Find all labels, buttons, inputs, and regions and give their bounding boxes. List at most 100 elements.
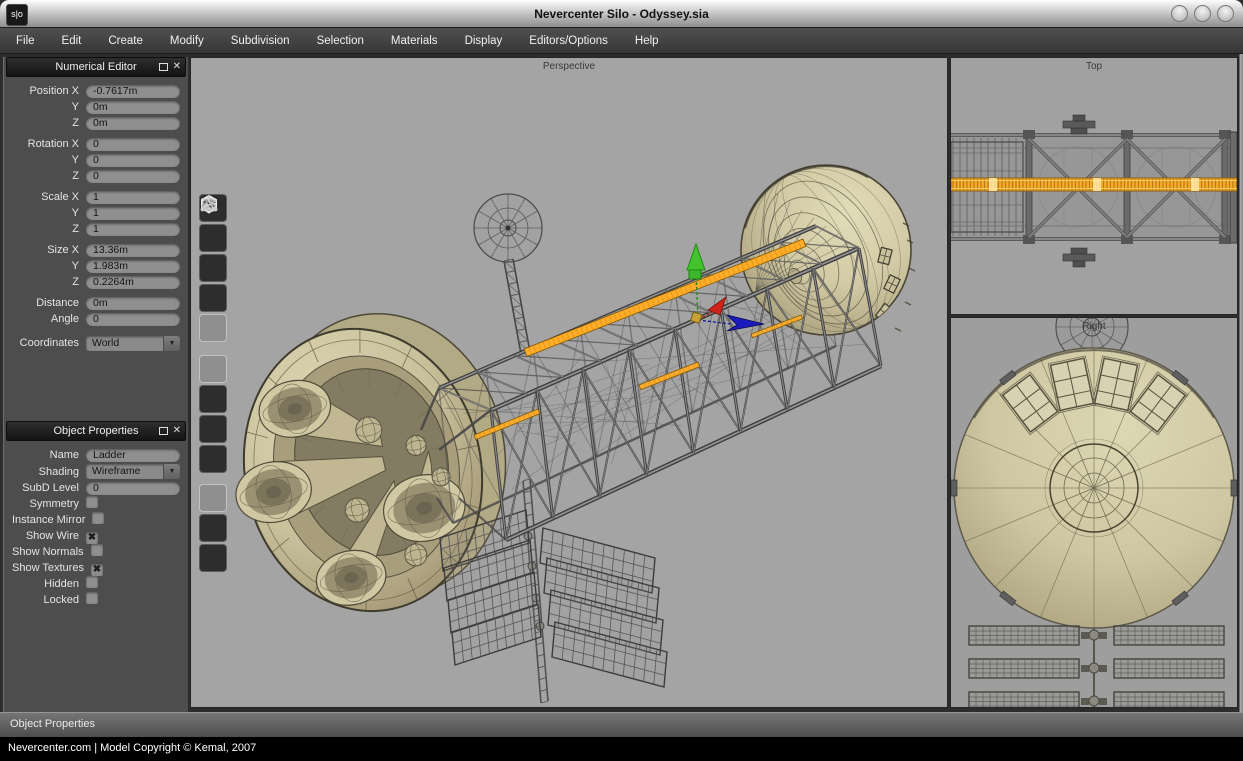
- side-panel-column: Numerical Editor ✕ Position X Y Z Rotati…: [3, 57, 188, 712]
- menu-selection[interactable]: Selection: [317, 35, 364, 47]
- rotation-x-label: Rotation X: [12, 138, 86, 150]
- coordinates-value: World: [86, 336, 163, 351]
- position-y-field[interactable]: [86, 101, 180, 114]
- instance-mirror-checkbox[interactable]: [92, 512, 104, 524]
- numerical-editor-header[interactable]: Numerical Editor ✕: [6, 57, 186, 77]
- rotate-tool-button[interactable]: [199, 385, 227, 413]
- name-field[interactable]: [86, 449, 180, 462]
- menu-subdivision[interactable]: Subdivision: [231, 35, 290, 47]
- status-bar: Object Properties: [0, 712, 1243, 737]
- panel-restore-icon[interactable]: [159, 427, 168, 435]
- position-z-label: Z: [12, 117, 86, 129]
- perspective-viewport-label: Perspective: [191, 61, 947, 72]
- menu-materials[interactable]: Materials: [391, 35, 438, 47]
- copyright-bar: Nevercenter.com | Model Copyright © Kema…: [0, 737, 1243, 761]
- object-mode-button[interactable]: [199, 314, 227, 342]
- rotation-z-field[interactable]: [86, 170, 180, 183]
- menu-editors-options[interactable]: Editors/Options: [529, 35, 608, 47]
- menu-file[interactable]: File: [16, 35, 35, 47]
- right-viewport-label: Right: [951, 321, 1237, 332]
- rotation-x-field[interactable]: [86, 138, 180, 151]
- object-properties-panel: Object Properties ✕ Name Shading Wirefra…: [6, 421, 186, 612]
- window-maximize-button[interactable]: [1194, 5, 1211, 22]
- angle-label: Angle: [12, 313, 86, 325]
- rotation-y-field[interactable]: [86, 154, 180, 167]
- distance-field[interactable]: [86, 297, 180, 310]
- object-properties-header[interactable]: Object Properties ✕: [6, 421, 186, 441]
- symmetry-checkbox[interactable]: [86, 496, 98, 508]
- size-x-label: Size X: [12, 244, 86, 256]
- copyright-text: Nevercenter.com | Model Copyright © Kema…: [8, 742, 256, 754]
- rotation-z-label: Z: [12, 170, 86, 182]
- scale-y-label: Y: [12, 207, 86, 219]
- perspective-scene: [191, 58, 947, 707]
- multi-mode-button[interactable]: [199, 284, 227, 312]
- position-x-field[interactable]: [86, 85, 180, 98]
- size-y-field[interactable]: [86, 260, 180, 273]
- right-scene: [951, 318, 1237, 707]
- antenna-dish: [474, 194, 542, 354]
- position-y-label: Y: [12, 101, 86, 113]
- perspective-viewport[interactable]: Perspective: [190, 57, 948, 708]
- hidden-label: Hidden: [12, 578, 86, 590]
- window-minimize-button[interactable]: [1171, 5, 1188, 22]
- symmetry-label: Symmetry: [12, 498, 86, 510]
- shading-value: Wireframe: [86, 464, 163, 479]
- universal-manipulator-button[interactable]: [199, 445, 227, 473]
- subd-level-label: SubD Level: [12, 482, 86, 494]
- show-normals-label: Show Normals: [12, 546, 91, 558]
- face-mode-button[interactable]: [199, 254, 227, 282]
- coordinates-label: Coordinates: [12, 337, 86, 349]
- top-viewport[interactable]: Top: [950, 57, 1238, 315]
- size-y-label: Y: [12, 260, 86, 272]
- shading-dropdown[interactable]: Wireframe ▼: [86, 464, 180, 479]
- size-x-field[interactable]: [86, 244, 180, 257]
- rect-select-button[interactable]: [199, 514, 227, 542]
- window-close-button[interactable]: [1217, 5, 1234, 22]
- panel-close-icon[interactable]: ✕: [173, 426, 181, 436]
- right-viewport[interactable]: Right: [950, 317, 1238, 708]
- title-bar[interactable]: s|o Nevercenter Silo - Odyssey.sia: [0, 0, 1243, 28]
- menu-create[interactable]: Create: [108, 35, 143, 47]
- scale-z-field[interactable]: [86, 223, 180, 236]
- distance-label: Distance: [12, 297, 86, 309]
- chevron-down-icon[interactable]: ▼: [163, 464, 180, 479]
- menu-display[interactable]: Display: [465, 35, 503, 47]
- position-x-label: Position X: [12, 85, 86, 97]
- scale-y-field[interactable]: [86, 207, 180, 220]
- window-right-border: [1238, 54, 1243, 712]
- top-viewport-label: Top: [951, 61, 1237, 72]
- size-z-field[interactable]: [86, 276, 180, 289]
- chevron-down-icon[interactable]: ▼: [163, 336, 180, 351]
- locked-label: Locked: [12, 594, 86, 606]
- subd-level-field[interactable]: [86, 482, 180, 495]
- menu-help[interactable]: Help: [635, 35, 659, 47]
- scale-x-field[interactable]: [86, 191, 180, 204]
- size-z-label: Z: [12, 276, 86, 288]
- rotation-y-label: Y: [12, 154, 86, 166]
- lasso-select-button[interactable]: [199, 484, 227, 512]
- window-title: Nevercenter Silo - Odyssey.sia: [0, 0, 1243, 28]
- show-normals-checkbox[interactable]: [91, 544, 103, 556]
- show-textures-label: Show Textures: [12, 562, 91, 574]
- soft-select-button[interactable]: [199, 544, 227, 572]
- coordinates-dropdown[interactable]: World ▼: [86, 336, 180, 351]
- edge-mode-button[interactable]: [199, 224, 227, 252]
- menu-edit[interactable]: Edit: [62, 35, 82, 47]
- right-view-sphere: [951, 348, 1237, 628]
- panel-close-icon[interactable]: ✕: [173, 62, 181, 72]
- menu-modify[interactable]: Modify: [170, 35, 204, 47]
- top-view-ladder: [951, 178, 1237, 191]
- panel-restore-icon[interactable]: [159, 63, 168, 71]
- shading-label: Shading: [12, 466, 86, 478]
- scale-tool-button[interactable]: [199, 415, 227, 443]
- menu-bar: File Edit Create Modify Subdivision Sele…: [0, 28, 1243, 54]
- move-tool-button[interactable]: [199, 355, 227, 383]
- locked-checkbox[interactable]: [86, 592, 98, 604]
- hidden-checkbox[interactable]: [86, 576, 98, 588]
- angle-field[interactable]: [86, 313, 180, 326]
- instance-mirror-label: Instance Mirror: [12, 514, 92, 526]
- scale-x-label: Scale X: [12, 191, 86, 203]
- position-z-field[interactable]: [86, 117, 180, 130]
- numerical-editor-panel: Numerical Editor ✕ Position X Y Z Rotati…: [6, 57, 186, 355]
